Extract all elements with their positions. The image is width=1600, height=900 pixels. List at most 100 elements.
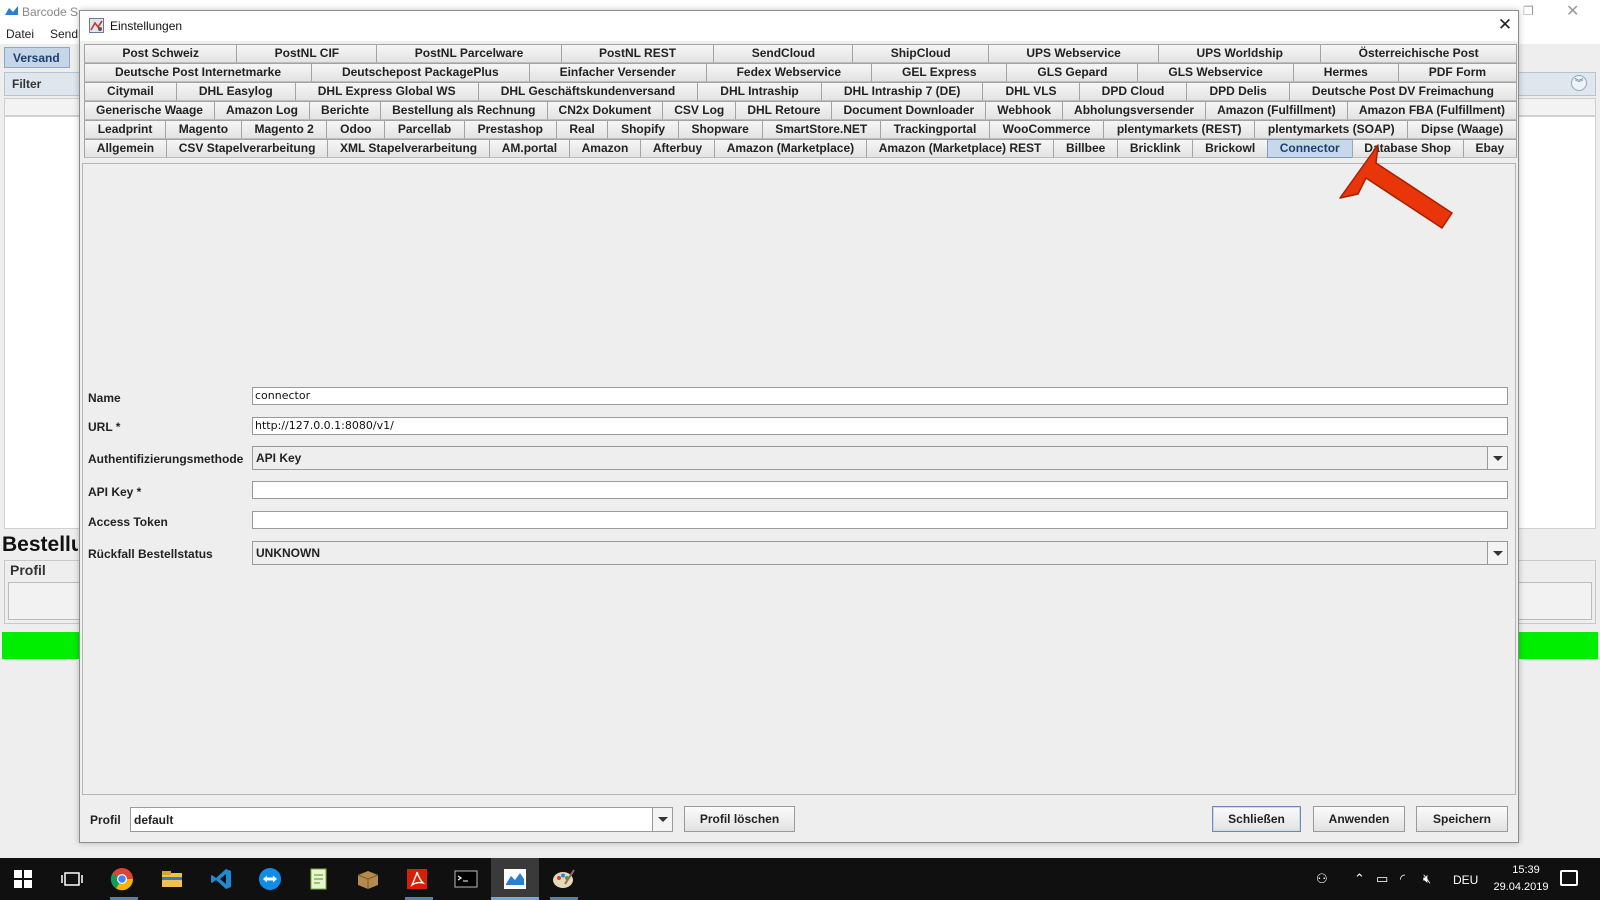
paint-icon[interactable] [551, 866, 577, 892]
tab-real[interactable]: Real [555, 120, 609, 139]
input-language[interactable]: DEU [1453, 873, 1478, 887]
restore-icon[interactable]: ❐ [1523, 4, 1534, 18]
tab-smartstore-net[interactable]: SmartStore.NET [761, 120, 881, 139]
close-icon[interactable]: ✕ [1566, 1, 1579, 21]
tab-postnl-rest[interactable]: PostNL REST [560, 44, 715, 63]
tab-dhl-intraship-7-de[interactable]: DHL Intraship 7 (DE) [820, 82, 984, 101]
volume-muted-icon[interactable]: 🔇︎ [1423, 871, 1431, 887]
tab-dhl-express-global-ws[interactable]: DHL Express Global WS [294, 82, 479, 101]
close-icon[interactable]: ✕ [1494, 14, 1516, 36]
tab-amazon[interactable]: Amazon [568, 139, 642, 158]
battery-icon[interactable]: ▭ [1376, 871, 1388, 887]
tab-document-downloader[interactable]: Document Downloader [831, 101, 987, 120]
tab-csv-stapelverarbeitung[interactable]: CSV Stapelverarbeitung [165, 139, 329, 158]
save-button[interactable]: Speichern [1416, 806, 1508, 832]
tab-bricklink[interactable]: Bricklink [1117, 139, 1194, 158]
tab-postnl-cif[interactable]: PostNL CIF [236, 44, 378, 63]
filter-label[interactable]: Filter [12, 77, 41, 91]
tab-gls-webservice[interactable]: GLS Webservice [1137, 63, 1294, 82]
tab-magento-2[interactable]: Magento 2 [240, 120, 328, 139]
tab-hermes[interactable]: Hermes [1292, 63, 1399, 82]
tab-deutsche-post-dv-freimachung[interactable]: Deutsche Post DV Freimachung [1288, 82, 1518, 101]
clock-date[interactable]: 29.04.2019 [1486, 881, 1556, 893]
tab-bestellung-als-rechnung[interactable]: Bestellung als Rechnung [380, 101, 548, 120]
tab-versand[interactable]: Versand [4, 47, 70, 68]
tab-shopify[interactable]: Shopify [607, 120, 679, 139]
tab-amazon-fulfillment[interactable]: Amazon (Fulfillment) [1205, 101, 1348, 120]
people-icon[interactable]: ⚇ [1316, 871, 1328, 887]
tab-citymail[interactable]: Citymail [84, 82, 177, 101]
tab-dhl-retoure[interactable]: DHL Retoure [735, 101, 833, 120]
tab-plentymarkets-rest[interactable]: plentymarkets (REST) [1103, 120, 1256, 139]
tab-magento[interactable]: Magento [165, 120, 242, 139]
tab-trackingportal[interactable]: Trackingportal [879, 120, 990, 139]
tab-ups-worldship[interactable]: UPS Worldship [1158, 44, 1322, 63]
tab-berichte[interactable]: Berichte [309, 101, 382, 120]
acrobat-icon[interactable] [404, 866, 430, 892]
tab-parcellab[interactable]: Parcellab [384, 120, 465, 139]
terminal-icon[interactable] [453, 866, 479, 892]
chevron-up-icon[interactable]: ⌃ [1354, 871, 1365, 887]
profil-select[interactable]: default [130, 807, 673, 832]
teamviewer-icon[interactable] [257, 866, 283, 892]
tab-shipcloud[interactable]: ShipCloud [852, 44, 990, 63]
tab-dpd-delis[interactable]: DPD Delis [1186, 82, 1290, 101]
tab-ebay[interactable]: Ebay [1462, 139, 1518, 158]
tab-dhl-geschäftskundenversand[interactable]: DHL Geschäftskundenversand [477, 82, 699, 101]
chevron-down-icon[interactable] [1487, 447, 1507, 469]
vscode-icon[interactable] [208, 866, 234, 892]
tab-prestashop[interactable]: Prestashop [463, 120, 557, 139]
fallback-status-select[interactable]: UNKNOWN [252, 541, 1508, 565]
apply-button[interactable]: Anwenden [1313, 806, 1405, 832]
tab-pdf-form[interactable]: PDF Form [1397, 63, 1518, 82]
tab-csv-log[interactable]: CSV Log [662, 101, 737, 120]
tab-cn2x-dokument[interactable]: CN2x Dokument [546, 101, 664, 120]
access-token-field[interactable] [252, 511, 1508, 529]
tab-xml-stapelverarbeitung[interactable]: XML Stapelverarbeitung [327, 139, 490, 158]
name-field[interactable]: connector [252, 387, 1508, 405]
chevron-down-icon[interactable] [1487, 542, 1507, 564]
tab-generische-waage[interactable]: Generische Waage [84, 101, 215, 120]
tab-gel-express[interactable]: GEL Express [871, 63, 1008, 82]
tab-amazon-fba-fulfillment[interactable]: Amazon FBA (Fulfillment) [1346, 101, 1518, 120]
notification-center-icon[interactable] [1560, 870, 1578, 886]
clock-time[interactable]: 15:39 [1496, 864, 1556, 876]
delete-profile-button[interactable]: Profil löschen [684, 806, 795, 832]
chrome-icon[interactable] [109, 866, 135, 892]
tab-odoo[interactable]: Odoo [326, 120, 386, 139]
tab-ups-webservice[interactable]: UPS Webservice [988, 44, 1160, 63]
windows-start-icon[interactable] [14, 870, 32, 888]
menu-send[interactable]: Send [50, 27, 78, 41]
tab-einfacher-versender[interactable]: Einfacher Versender [528, 63, 707, 82]
close-button[interactable]: Schließen [1212, 806, 1301, 832]
chevron-double-down-icon[interactable]: ︾ [1571, 75, 1587, 91]
tab-sendcloud[interactable]: SendCloud [713, 44, 854, 63]
package-icon[interactable] [355, 866, 381, 892]
tab-am-portal[interactable]: AM.portal [488, 139, 570, 158]
barcode-shipping-icon[interactable] [502, 866, 528, 892]
tab-amazon-marketplace-rest[interactable]: Amazon (Marketplace) REST [865, 139, 1055, 158]
auth-method-select[interactable]: API Key [252, 446, 1508, 470]
task-view-icon[interactable] [59, 866, 85, 892]
tab-amazon-log[interactable]: Amazon Log [213, 101, 311, 120]
tab-dhl-vls[interactable]: DHL VLS [982, 82, 1080, 101]
tab-dhl-intraship[interactable]: DHL Intraship [697, 82, 822, 101]
tab-dhl-easylog[interactable]: DHL Easylog [175, 82, 296, 101]
chevron-down-icon[interactable] [652, 808, 672, 831]
tab-woocommerce[interactable]: WooCommerce [988, 120, 1105, 139]
tab-postnl-parcelware[interactable]: PostNL Parcelware [376, 44, 562, 63]
url-field[interactable]: http://127.0.0.1:8080/v1/ [252, 417, 1508, 435]
tab-webhook[interactable]: Webhook [985, 101, 1064, 120]
tab-brickowl[interactable]: Brickowl [1192, 139, 1268, 158]
tab-shopware[interactable]: Shopware [677, 120, 763, 139]
tab-fedex-webservice[interactable]: Fedex Webservice [705, 63, 873, 82]
tab-dpd-cloud[interactable]: DPD Cloud [1078, 82, 1188, 101]
tab-amazon-marketplace[interactable]: Amazon (Marketplace) [713, 139, 867, 158]
tab-gls-gepard[interactable]: GLS Gepard [1006, 63, 1139, 82]
tab-allgemein[interactable]: Allgemein [84, 139, 167, 158]
tab-abholungsversender[interactable]: Abholungsversender [1062, 101, 1207, 120]
tab-deutsche-post-internetmarke[interactable]: Deutsche Post Internetmarke [84, 63, 312, 82]
tab-leadprint[interactable]: Leadprint [84, 120, 167, 139]
menu-datei[interactable]: Datei [6, 27, 34, 41]
tab-österreichische-post[interactable]: Österreichische Post [1320, 44, 1518, 63]
